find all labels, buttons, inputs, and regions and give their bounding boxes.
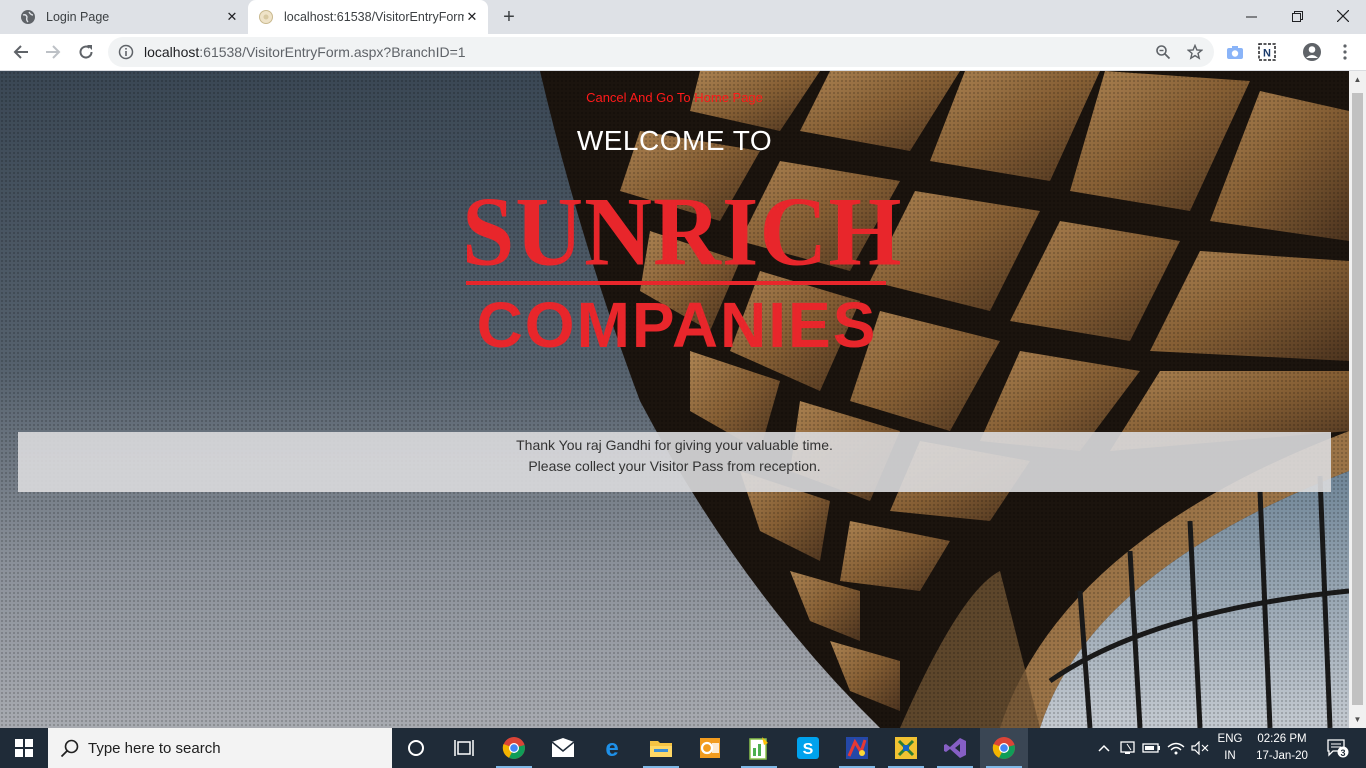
edge-icon[interactable]: e xyxy=(588,728,636,768)
visitor-pass-text: Please collect your Visitor Pass from re… xyxy=(528,458,821,474)
search-icon xyxy=(60,739,79,758)
tray-network-status-icon[interactable] xyxy=(1116,728,1140,768)
welcome-heading: WELCOME TO xyxy=(576,125,773,156)
sunrich-logo: SUNRICH COMPANIES xyxy=(462,177,903,361)
back-arrow-icon xyxy=(13,45,28,59)
tab-title: localhost:61538/VisitorEntryForm xyxy=(284,10,464,24)
visual-studio-icon[interactable] xyxy=(931,728,979,768)
chrome-app-icon-active[interactable] xyxy=(980,728,1028,768)
vertical-scrollbar[interactable]: ▲ ▼ xyxy=(1349,71,1366,728)
camera-extension-icon[interactable] xyxy=(1223,40,1247,64)
svg-text:N: N xyxy=(1263,48,1271,60)
tray-volume-muted-icon[interactable] xyxy=(1188,728,1212,768)
thank-you-text: Thank You raj Gandhi for giving your val… xyxy=(516,437,833,453)
chrome-app-icon[interactable] xyxy=(490,728,538,768)
tray-wifi-icon[interactable] xyxy=(1164,728,1188,768)
profile-avatar-icon[interactable] xyxy=(1300,40,1324,64)
lang-bottom: IN xyxy=(1224,750,1236,762)
notion-extension-icon[interactable]: N xyxy=(1255,40,1279,64)
start-button[interactable] xyxy=(0,728,48,768)
cancel-home-link[interactable]: Cancel And Go To Home Page xyxy=(0,90,1349,105)
logo-divider xyxy=(466,281,886,285)
mail-icon[interactable] xyxy=(539,728,587,768)
url-text: localhost:61538/VisitorEntryForm.aspx?Br… xyxy=(144,44,1150,60)
dot-overlay xyxy=(0,71,1349,728)
page-icon xyxy=(258,9,274,25)
tray-chevron-up-icon[interactable] xyxy=(1094,728,1114,768)
language-indicator[interactable]: ENG IN xyxy=(1212,728,1248,768)
svg-text:e: e xyxy=(605,737,618,759)
clock-time: 02:26 PM xyxy=(1257,733,1307,745)
address-bar[interactable]: localhost:61538/VisitorEntryForm.aspx?Br… xyxy=(108,37,1214,67)
action-center-button[interactable]: 3 xyxy=(1318,728,1358,768)
clock-date: 17-Jan-20 xyxy=(1256,750,1308,762)
windows-taskbar: Type here to search e S ENG IN 02:26 PM … xyxy=(0,728,1366,768)
scroll-up-arrow-icon[interactable]: ▲ xyxy=(1349,71,1366,88)
reload-icon xyxy=(79,45,93,59)
outlook-icon[interactable] xyxy=(686,728,734,768)
close-window-button[interactable] xyxy=(1320,0,1366,32)
logo-line-sunrich: SUNRICH xyxy=(462,177,903,287)
tab-strip: Login Page ✕ localhost:61538/VisitorEntr… xyxy=(0,0,1366,34)
reload-button[interactable] xyxy=(72,38,100,66)
url-host: localhost xyxy=(144,44,200,60)
skype-icon[interactable]: S xyxy=(784,728,832,768)
cortana-icon[interactable] xyxy=(392,728,440,768)
thank-you-message-box: Thank You raj Gandhi for giving your val… xyxy=(18,432,1331,492)
forward-button[interactable] xyxy=(39,38,67,66)
zoom-icon[interactable] xyxy=(1150,39,1176,65)
url-path: :61538/VisitorEntryForm.aspx?BranchID=1 xyxy=(199,44,466,60)
logo-line-companies: COMPANIES xyxy=(476,289,878,361)
scroll-down-arrow-icon[interactable]: ▼ xyxy=(1349,711,1366,728)
tray-battery-icon[interactable] xyxy=(1140,728,1164,768)
svg-text:S: S xyxy=(803,741,814,758)
notification-count-badge: 3 xyxy=(1340,748,1346,758)
task-view-icon[interactable] xyxy=(440,728,488,768)
page-content: Cancel And Go To Home Page WELCOME TO SU… xyxy=(0,71,1349,728)
tab-title: Login Page xyxy=(46,10,110,24)
menu-kebab-icon[interactable] xyxy=(1333,40,1357,64)
new-tab-button[interactable]: + xyxy=(497,5,521,29)
search-placeholder: Type here to search xyxy=(88,739,221,757)
globe-icon xyxy=(20,9,36,25)
browser-toolbar: localhost:61538/VisitorEntryForm.aspx?Br… xyxy=(0,34,1366,71)
info-icon[interactable] xyxy=(118,44,134,60)
file-explorer-icon[interactable] xyxy=(637,728,685,768)
tab-visitor-entry-form[interactable]: localhost:61538/VisitorEntryForm ✕ xyxy=(248,0,488,34)
scrollbar-thumb[interactable] xyxy=(1352,93,1363,705)
bookmark-star-icon[interactable] xyxy=(1182,39,1208,65)
back-button[interactable] xyxy=(7,38,35,66)
taskbar-search-box[interactable]: Type here to search xyxy=(48,728,392,768)
forward-arrow-icon xyxy=(46,45,61,59)
restore-button[interactable] xyxy=(1274,0,1320,32)
windows-logo-icon xyxy=(15,739,33,757)
close-tab-icon[interactable]: ✕ xyxy=(464,9,480,25)
task-app-icon[interactable] xyxy=(735,728,783,768)
lang-top: ENG xyxy=(1217,733,1243,745)
minimize-button[interactable] xyxy=(1228,0,1274,32)
tool-app-icon[interactable] xyxy=(882,728,930,768)
clock[interactable]: 02:26 PM 17-Jan-20 xyxy=(1250,728,1314,768)
close-tab-icon[interactable]: ✕ xyxy=(224,9,240,25)
tab-login-page[interactable]: Login Page ✕ xyxy=(0,0,248,34)
paint-app-icon[interactable] xyxy=(833,728,881,768)
